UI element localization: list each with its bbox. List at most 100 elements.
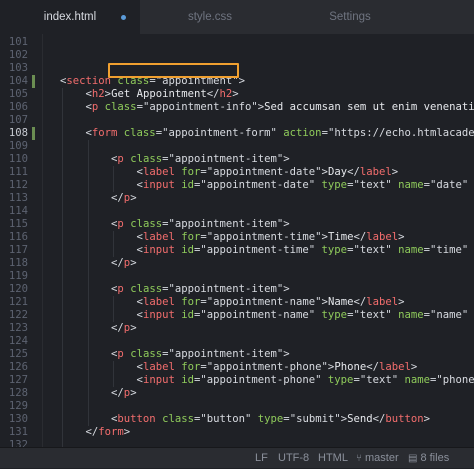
code-line[interactable]: 112 <input id="appointment-date" type="te… (0, 179, 474, 192)
code-line[interactable]: 118 </p> (0, 257, 474, 270)
attribute-value: "appointment-item" (168, 153, 284, 165)
code-line[interactable]: 129 (0, 400, 474, 413)
attribute-value: "appointment-date" (206, 166, 322, 178)
line-code: <input id="appointment-date" type="text"… (137, 179, 474, 192)
code-line[interactable]: 123 </p> (0, 322, 474, 335)
tab-index-html[interactable]: index.html (0, 0, 140, 34)
tag-name: label (142, 231, 175, 243)
line-number: 109 (8, 140, 28, 152)
line-number: 110 (8, 153, 28, 165)
attribute-value: "appointment-item" (168, 283, 284, 295)
attribute-value: "appointment-time" (206, 231, 322, 243)
code-line[interactable]: 117 <input id="appointment-time" type="te… (0, 244, 474, 257)
code-line[interactable]: 126 <label for="appointment-phone">Phone<… (0, 361, 474, 374)
code-line[interactable]: 113 </p> (0, 192, 474, 205)
code-line[interactable]: 101 (0, 36, 474, 49)
tag-name: label (366, 296, 399, 308)
file-encoding[interactable]: UTF-8 (278, 448, 309, 468)
attribute-value: "appointment-info" (142, 101, 258, 113)
line-code: <p class="appointment-item"> (111, 153, 290, 166)
code-line[interactable]: 131 </form> (0, 426, 474, 439)
attribute-name: class (155, 413, 194, 425)
code-line[interactable]: 125 <p class="appointment-item"> (0, 348, 474, 361)
line-number: 132 (8, 439, 28, 447)
tab-label: index.html (43, 11, 97, 23)
code-line[interactable]: 132 (0, 439, 474, 447)
attribute-value: "appointment-item" (168, 348, 284, 360)
punctuation: > (238, 75, 246, 87)
attribute-name: type (251, 413, 284, 425)
line-number: 112 (8, 179, 28, 191)
grammar[interactable]: HTML (318, 448, 348, 468)
attribute-name: name (391, 179, 424, 191)
tag-name: section (66, 75, 112, 87)
code-line[interactable]: 120 <p class="appointment-item"> (0, 283, 474, 296)
line-number: 131 (8, 426, 28, 438)
attribute-value: "phone" (436, 374, 474, 386)
code-line[interactable]: 102 (0, 49, 474, 62)
tab-settings[interactable]: Settings (280, 0, 420, 34)
git-branch[interactable]: ⑂ master (356, 448, 399, 468)
tag-name: input (142, 179, 175, 191)
line-code: </p> (111, 257, 137, 270)
code-line[interactable]: 111 <label for="appointment-date">Day</la… (0, 166, 474, 179)
code-line[interactable]: 109 (0, 140, 474, 153)
unsaved-dot-icon (121, 15, 126, 20)
attribute-value: "https://echo.htmlacademy. (327, 127, 474, 139)
line-code: <input id="appointment-name" type="text"… (137, 309, 474, 322)
text-content: Phone (334, 361, 367, 373)
branch-name: master (365, 452, 399, 464)
code-line[interactable]: 128 </p> (0, 387, 474, 400)
code-line[interactable]: 105 <h2>Get Appointment</h2> (0, 88, 474, 101)
code-line[interactable]: 121 <label for="appointment-name">Name</l… (0, 296, 474, 309)
code-line[interactable]: 107 (0, 114, 474, 127)
attribute-value: "button" (200, 413, 252, 425)
text-content: Day (327, 166, 348, 178)
attribute-name: type (315, 309, 348, 321)
line-number: 123 (8, 322, 28, 334)
line-number: 113 (8, 192, 28, 204)
punctuation: </ (206, 88, 220, 100)
tab-bar: index.html style.css Settings (0, 0, 474, 35)
code-line[interactable]: 124 (0, 335, 474, 348)
attribute-name: name (398, 374, 430, 386)
line-code: </p> (111, 322, 137, 335)
code-line[interactable]: 110 <p class="appointment-item"> (0, 153, 474, 166)
status-bar: LF UTF-8 HTML ⑂ master ▤ 8 files (0, 447, 474, 468)
class-highlight-box (108, 63, 239, 78)
punctuation: </ (111, 192, 124, 204)
tag-name: label (142, 296, 175, 308)
code-line[interactable]: 115 <p class="appointment-item"> (0, 218, 474, 231)
code-line[interactable]: 114 (0, 205, 474, 218)
punctuation: > (283, 153, 290, 165)
punctuation: </ (353, 296, 367, 308)
line-ending[interactable]: LF (255, 448, 268, 468)
punctuation: > (130, 387, 137, 399)
punctuation: > (130, 322, 137, 334)
code-editor[interactable]: 101 102 103 104 <section class="appointment"… (0, 34, 474, 447)
changed-files[interactable]: ▤ 8 files (408, 448, 449, 468)
attribute-name: type (321, 374, 354, 386)
tag-name: input (142, 309, 175, 321)
punctuation: > (423, 413, 431, 425)
text-content: Time (327, 231, 354, 243)
line-number: 122 (8, 309, 28, 321)
attribute-name: class (123, 218, 163, 230)
attribute-value: "appointment-item" (168, 218, 284, 230)
tag-name: label (142, 166, 175, 178)
code-line[interactable]: 130 <button class="button" type="submit">… (0, 413, 474, 426)
code-line[interactable]: 119 (0, 270, 474, 283)
tab-style-css[interactable]: style.css (140, 0, 280, 34)
tab-label: style.css (187, 11, 233, 23)
code-line[interactable]: 116 <label for="appointment-time">Time</l… (0, 231, 474, 244)
code-line[interactable]: 127 <input id="appointment-phone" type="t… (0, 374, 474, 387)
attribute-value: "appointment-phone" (206, 361, 328, 373)
tag-name: h2 (219, 88, 233, 100)
files-icon: ▤ (408, 453, 418, 464)
code-line[interactable]: 122 <input id="appointment-name" type="te… (0, 309, 474, 322)
attribute-name: class (123, 283, 163, 295)
tag-name: button (117, 413, 156, 425)
code-line[interactable]: 106 <p class="appointment-info">Sed accum… (0, 101, 474, 114)
code-line[interactable]: 108 <form class="appointment-form" action… (0, 127, 474, 140)
line-number: 129 (8, 400, 28, 412)
